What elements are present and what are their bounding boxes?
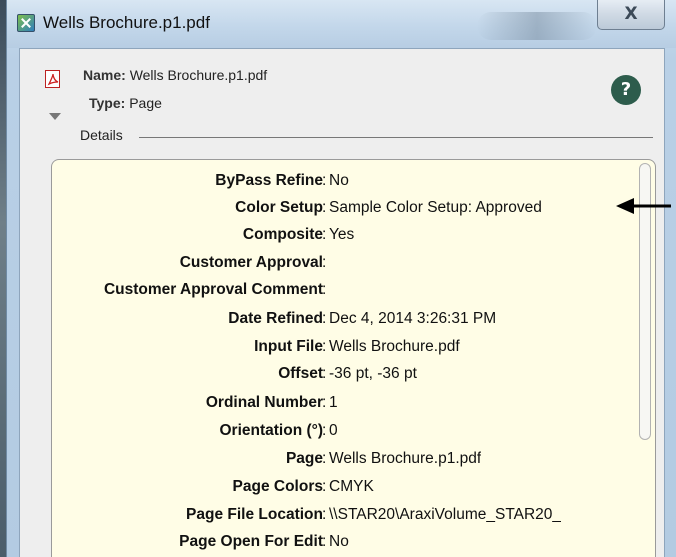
detail-value: Yes <box>329 226 355 243</box>
properties-window: Wells Brochure.p1.pdf X Name: Wells Broc… <box>6 0 676 557</box>
detail-key: ByPass Refine <box>215 172 323 189</box>
detail-separator: : <box>322 226 327 243</box>
detail-separator: : <box>322 172 327 189</box>
detail-key: Input File <box>254 338 323 355</box>
detail-row: Ordinal Number:1 <box>52 394 632 416</box>
detail-value: CMYK <box>329 478 374 495</box>
detail-value: Sample Color Setup: Approved <box>329 199 542 216</box>
detail-key: Orientation (°) <box>219 422 324 439</box>
detail-value: No <box>329 172 349 189</box>
close-button[interactable]: X <box>597 0 665 30</box>
name-label: Name: <box>83 67 126 83</box>
detail-row: Page Colors: CMYK <box>52 478 632 500</box>
detail-value: 1 <box>329 394 338 411</box>
detail-separator: : <box>322 450 327 467</box>
detail-key: Customer Approval Comment <box>103 281 323 298</box>
type-row: Type: Page <box>89 95 162 111</box>
type-value: Page <box>129 95 162 111</box>
detail-key: Page <box>285 450 323 467</box>
detail-value: No <box>329 533 349 550</box>
detail-value: \\STAR20\AraxiVolume_STAR20_ <box>329 506 562 523</box>
detail-value: -36 pt, -36 pt <box>329 365 417 382</box>
detail-row: Customer Approval Comment: <box>52 281 632 303</box>
details-label[interactable]: Details <box>80 127 123 143</box>
type-label: Type: <box>89 95 126 111</box>
detail-row: Customer Approval: <box>52 254 632 276</box>
details-collapse-icon[interactable] <box>49 113 61 120</box>
close-icon: X <box>624 4 638 24</box>
title-bar-reflection <box>477 12 597 40</box>
title-bar[interactable]: Wells Brochure.p1.pdf X <box>7 0 676 48</box>
help-button[interactable]: ? <box>611 75 641 105</box>
details-list[interactable]: ByPass Refine: No Color Setup: Sample Color… <box>51 159 656 557</box>
detail-row: Color Setup: Sample Color Setup: Approved <box>52 199 632 221</box>
detail-separator: : <box>322 199 327 216</box>
screen: Wells Brochure.p1.pdf X Name: Wells Broc… <box>0 0 676 557</box>
detail-row: ByPass Refine: No <box>52 172 632 194</box>
detail-key: Page Open For Edit <box>179 533 323 550</box>
detail-key: Offset <box>278 365 323 382</box>
detail-key: Color Setup <box>235 199 323 216</box>
detail-value: 0 <box>329 422 338 439</box>
detail-row: Page Open For Edit: No <box>52 533 632 555</box>
detail-separator: : <box>322 394 327 411</box>
detail-key: Composite <box>242 226 323 243</box>
window-title: Wells Brochure.p1.pdf <box>43 13 210 32</box>
detail-key: Page Colors <box>232 478 323 495</box>
detail-separator: : <box>322 533 327 550</box>
detail-separator: : <box>322 254 327 271</box>
details-divider <box>139 137 653 138</box>
detail-value: Wells Brochure.p1.pdf <box>329 450 482 467</box>
detail-value: Wells Brochure.pdf <box>329 338 460 355</box>
detail-separator: : <box>322 310 327 327</box>
detail-separator: : <box>322 281 327 298</box>
detail-separator: : <box>322 422 327 439</box>
pdf-icon <box>45 70 60 88</box>
details-panel: Name: Wells Brochure.p1.pdf Type: Page ?… <box>19 48 665 557</box>
detail-row: Page: Wells Brochure.p1.pdf <box>52 450 632 472</box>
left-arrow-icon <box>616 198 671 214</box>
detail-separator: : <box>322 506 327 523</box>
detail-row: Date Refined: Dec 4, 2014 3:26:31 PM <box>52 310 632 332</box>
detail-key: Customer Approval <box>179 254 323 271</box>
name-row: Name: Wells Brochure.p1.pdf <box>83 67 267 83</box>
name-value: Wells Brochure.p1.pdf <box>129 67 268 83</box>
detail-separator: : <box>322 338 327 355</box>
detail-key: Ordinal Number <box>205 394 323 411</box>
detail-row: Page File Location: \\STAR20\AraxiVolume_… <box>52 506 632 528</box>
detail-row: Orientation (°):0 <box>52 422 632 444</box>
detail-value: Dec 4, 2014 3:26:31 PM <box>329 310 497 327</box>
detail-key: Date Refined <box>228 310 323 327</box>
detail-row: Input File: Wells Brochure.pdf <box>52 338 632 360</box>
detail-separator: : <box>322 478 327 495</box>
detail-row: Offset: -36 pt, -36 pt <box>52 365 632 387</box>
app-icon <box>17 14 35 32</box>
detail-key: Page File Location <box>186 506 323 523</box>
detail-separator: : <box>322 365 327 382</box>
detail-row: Composite: Yes <box>52 226 632 248</box>
